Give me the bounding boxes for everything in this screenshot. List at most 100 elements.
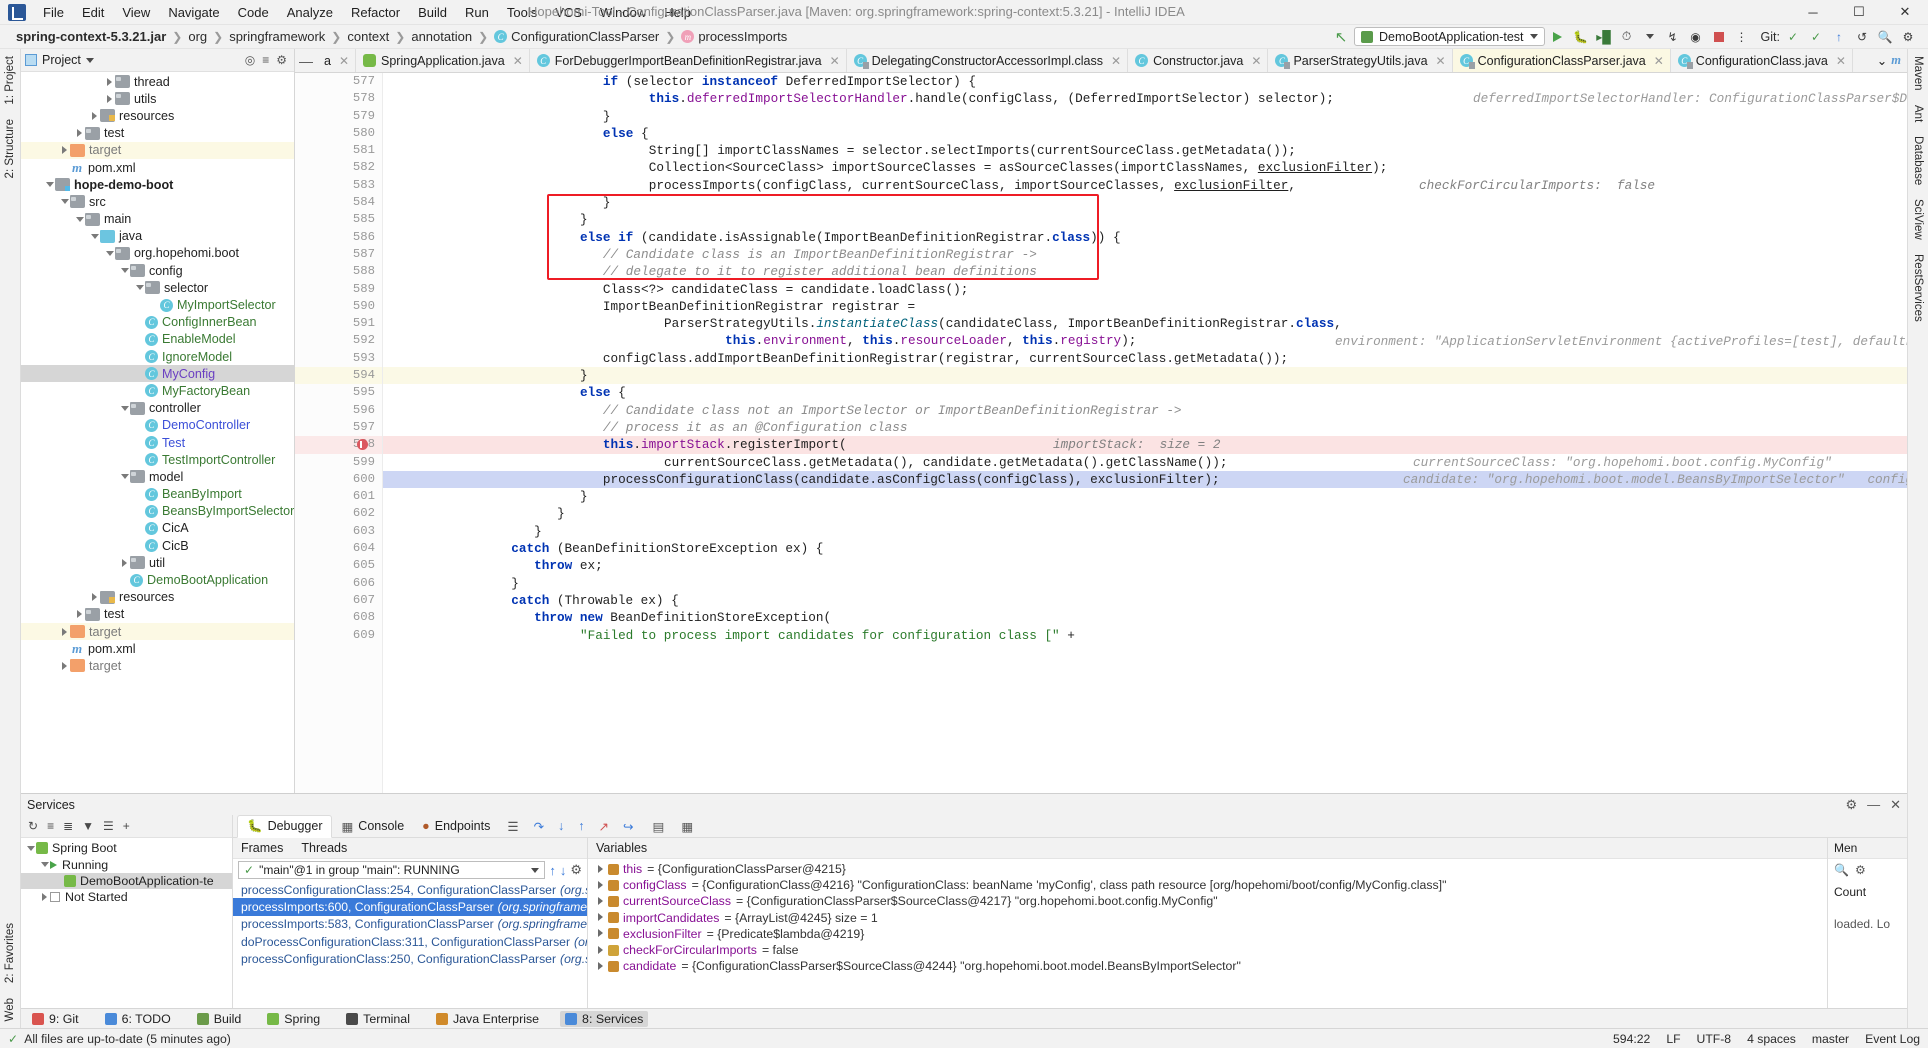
line-number[interactable]: 605 — [295, 557, 382, 574]
collapse-arrow-icon[interactable] — [119, 268, 130, 274]
line-number[interactable]: 585 — [295, 211, 382, 228]
collapse-arrow-icon[interactable] — [134, 285, 145, 291]
stop-button[interactable] — [1709, 27, 1729, 46]
memory-search-icon[interactable]: 🔍 — [1834, 863, 1849, 877]
line-number[interactable]: 596 — [295, 402, 382, 419]
sidebar-item-web[interactable]: Web — [1, 991, 19, 1028]
settings-icon[interactable]: ⚙ — [1898, 27, 1918, 46]
frame-down-icon[interactable]: ↓ — [560, 863, 567, 878]
expand-arrow-icon[interactable] — [59, 627, 70, 636]
project-tree-node[interactable]: resources — [21, 107, 294, 124]
debugger-tab-bar[interactable]: 🐛 Debugger ▦ Console ● Endpoints ☰ ↷ ↓ ↑… — [233, 814, 1907, 838]
gear-icon[interactable]: ⚙ — [276, 53, 287, 67]
expand-arrow-icon[interactable] — [596, 896, 605, 906]
line-number[interactable]: 603 — [295, 523, 382, 540]
run-configuration-selector[interactable]: DemoBootApplication-test — [1354, 27, 1545, 46]
line-number[interactable]: 595 — [295, 384, 382, 401]
tab-console[interactable]: ▦ Console — [332, 816, 413, 837]
step-over-icon[interactable]: ↷ — [534, 819, 544, 834]
collapse-arrow-icon[interactable] — [119, 474, 130, 480]
line-number[interactable]: 589 — [295, 281, 382, 298]
project-tree-node[interactable]: resources — [21, 589, 294, 606]
breadcrumb-method[interactable]: m processImports — [681, 29, 787, 44]
project-tree-node[interactable]: src — [21, 193, 294, 210]
frames-list[interactable]: processConfigurationClass:254, Configura… — [233, 881, 587, 1008]
collapse-arrow-icon[interactable] — [44, 182, 55, 188]
project-tree-node[interactable]: target — [21, 657, 294, 674]
sidebar-item-project[interactable]: 1: Project — [1, 49, 19, 112]
line-number[interactable]: 593 — [295, 350, 382, 367]
close-icon[interactable]: ✕ — [1890, 797, 1901, 813]
group-icon[interactable]: ☰ — [103, 819, 114, 833]
back-arrow-icon[interactable]: ↖ — [1331, 27, 1351, 46]
collapse-arrow-icon[interactable] — [119, 405, 130, 411]
project-tree-node[interactable]: hope-demo-boot — [21, 176, 294, 193]
attach-debugger-icon[interactable]: ↯ — [1663, 27, 1683, 46]
variable-row[interactable]: currentSourceClass = {ConfigurationClassP… — [588, 893, 1827, 909]
line-number[interactable]: 586 — [295, 229, 382, 246]
project-tree-node[interactable]: C ConfigInnerBean — [21, 314, 294, 331]
expand-arrow-icon[interactable] — [119, 558, 130, 567]
add-icon[interactable]: + — [123, 819, 130, 833]
project-tree-node[interactable]: C DemoController — [21, 417, 294, 434]
code-line[interactable]: throw ex; — [383, 557, 1907, 574]
collapse-arrow-icon[interactable] — [39, 862, 50, 868]
project-tree-node[interactable]: selector — [21, 279, 294, 296]
project-title[interactable]: Project — [25, 53, 94, 67]
code-line[interactable]: "Failed to process import candidates for… — [383, 627, 1907, 644]
filter-icon[interactable]: ▼ — [82, 819, 94, 833]
bottom-tab[interactable]: Build — [192, 1011, 247, 1027]
project-tree-node[interactable]: C DemoBootApplication — [21, 571, 294, 588]
git-push-icon[interactable]: ↑ — [1829, 27, 1849, 46]
breadcrumb-context[interactable]: context — [347, 29, 389, 44]
expand-arrow-icon[interactable] — [104, 77, 115, 86]
expand-arrow-icon[interactable] — [596, 864, 605, 874]
variable-row[interactable]: candidate = {ConfigurationClassParser$Sou… — [588, 958, 1827, 974]
variable-row[interactable]: this = {ConfigurationClassParser@4215} — [588, 861, 1827, 877]
close-icon[interactable]: ✕ — [339, 54, 349, 68]
project-tree-node[interactable]: org.hopehomi.boot — [21, 245, 294, 262]
line-number[interactable]: 606 — [295, 575, 382, 592]
line-number[interactable]: 591 — [295, 315, 382, 332]
editor-tab[interactable]: C Constructor.java ✕ — [1128, 49, 1269, 72]
git-history-icon[interactable]: ↺ — [1852, 27, 1872, 46]
expand-arrow-icon[interactable] — [74, 129, 85, 138]
editor-tab[interactable]: a ✕ — [317, 49, 357, 72]
project-tree-node[interactable]: C MyConfig — [21, 365, 294, 383]
line-number[interactable]: 579 — [295, 108, 382, 125]
close-icon[interactable]: ✕ — [830, 54, 840, 68]
line-separator[interactable]: LF — [1666, 1032, 1680, 1046]
close-icon[interactable]: ✕ — [1251, 54, 1261, 68]
more-icon[interactable]: ⋮ — [1732, 27, 1752, 46]
editor-tab[interactable]: C ConfigurationClassParser.java ✕ — [1452, 49, 1671, 72]
code-line[interactable]: else { — [383, 125, 1907, 142]
menu-build[interactable]: Build — [409, 2, 456, 23]
expand-arrow-icon[interactable] — [596, 961, 605, 971]
close-icon[interactable]: ✕ — [1654, 54, 1664, 68]
force-step-into-icon[interactable]: ↑ — [578, 819, 584, 833]
line-number[interactable]: 604 — [295, 540, 382, 557]
minimize-button[interactable]: ─ — [1790, 0, 1836, 25]
breadcrumb-jar[interactable]: spring-context-5.3.21.jar — [16, 29, 166, 44]
code-line[interactable]: // Candidate class is an ImportBeanDefin… — [383, 246, 1907, 263]
tab-debugger[interactable]: 🐛 Debugger — [237, 814, 333, 838]
variable-row[interactable]: configClass = {ConfigurationClass@4216} "… — [588, 877, 1827, 893]
collapse-all-icon[interactable]: ≡ — [262, 53, 269, 67]
event-log[interactable]: Event Log — [1865, 1032, 1920, 1046]
editor-tab[interactable]: C DelegatingConstructorAccessorImpl.class… — [847, 49, 1129, 72]
bottom-tab[interactable]: 8: Services — [560, 1010, 649, 1027]
project-tree-node[interactable]: C Test — [21, 434, 294, 451]
line-number[interactable]: 594 — [295, 367, 382, 385]
bottom-tab[interactable]: 6: TODO — [100, 1011, 176, 1027]
frame-row[interactable]: processConfigurationClass:250, Configura… — [233, 950, 587, 967]
collapse-arrow-icon[interactable] — [104, 250, 115, 256]
editor-body[interactable]: 577 578 579 580 581 582 583 584 585 586 587 588 589 5… — [295, 73, 1907, 793]
services-tree-node[interactable]: Not Started — [21, 889, 232, 905]
expand-arrow-icon[interactable] — [104, 94, 115, 103]
services-tree-node[interactable]: DemoBootApplication-te — [21, 872, 232, 890]
project-tree-node[interactable]: m pom.xml — [21, 159, 294, 176]
debug-button[interactable]: 🐛 — [1571, 27, 1591, 46]
expand-arrow-icon[interactable] — [89, 111, 100, 120]
frames-settings-icon[interactable]: ⚙ — [570, 862, 582, 878]
line-number[interactable]: 599 — [295, 454, 382, 471]
